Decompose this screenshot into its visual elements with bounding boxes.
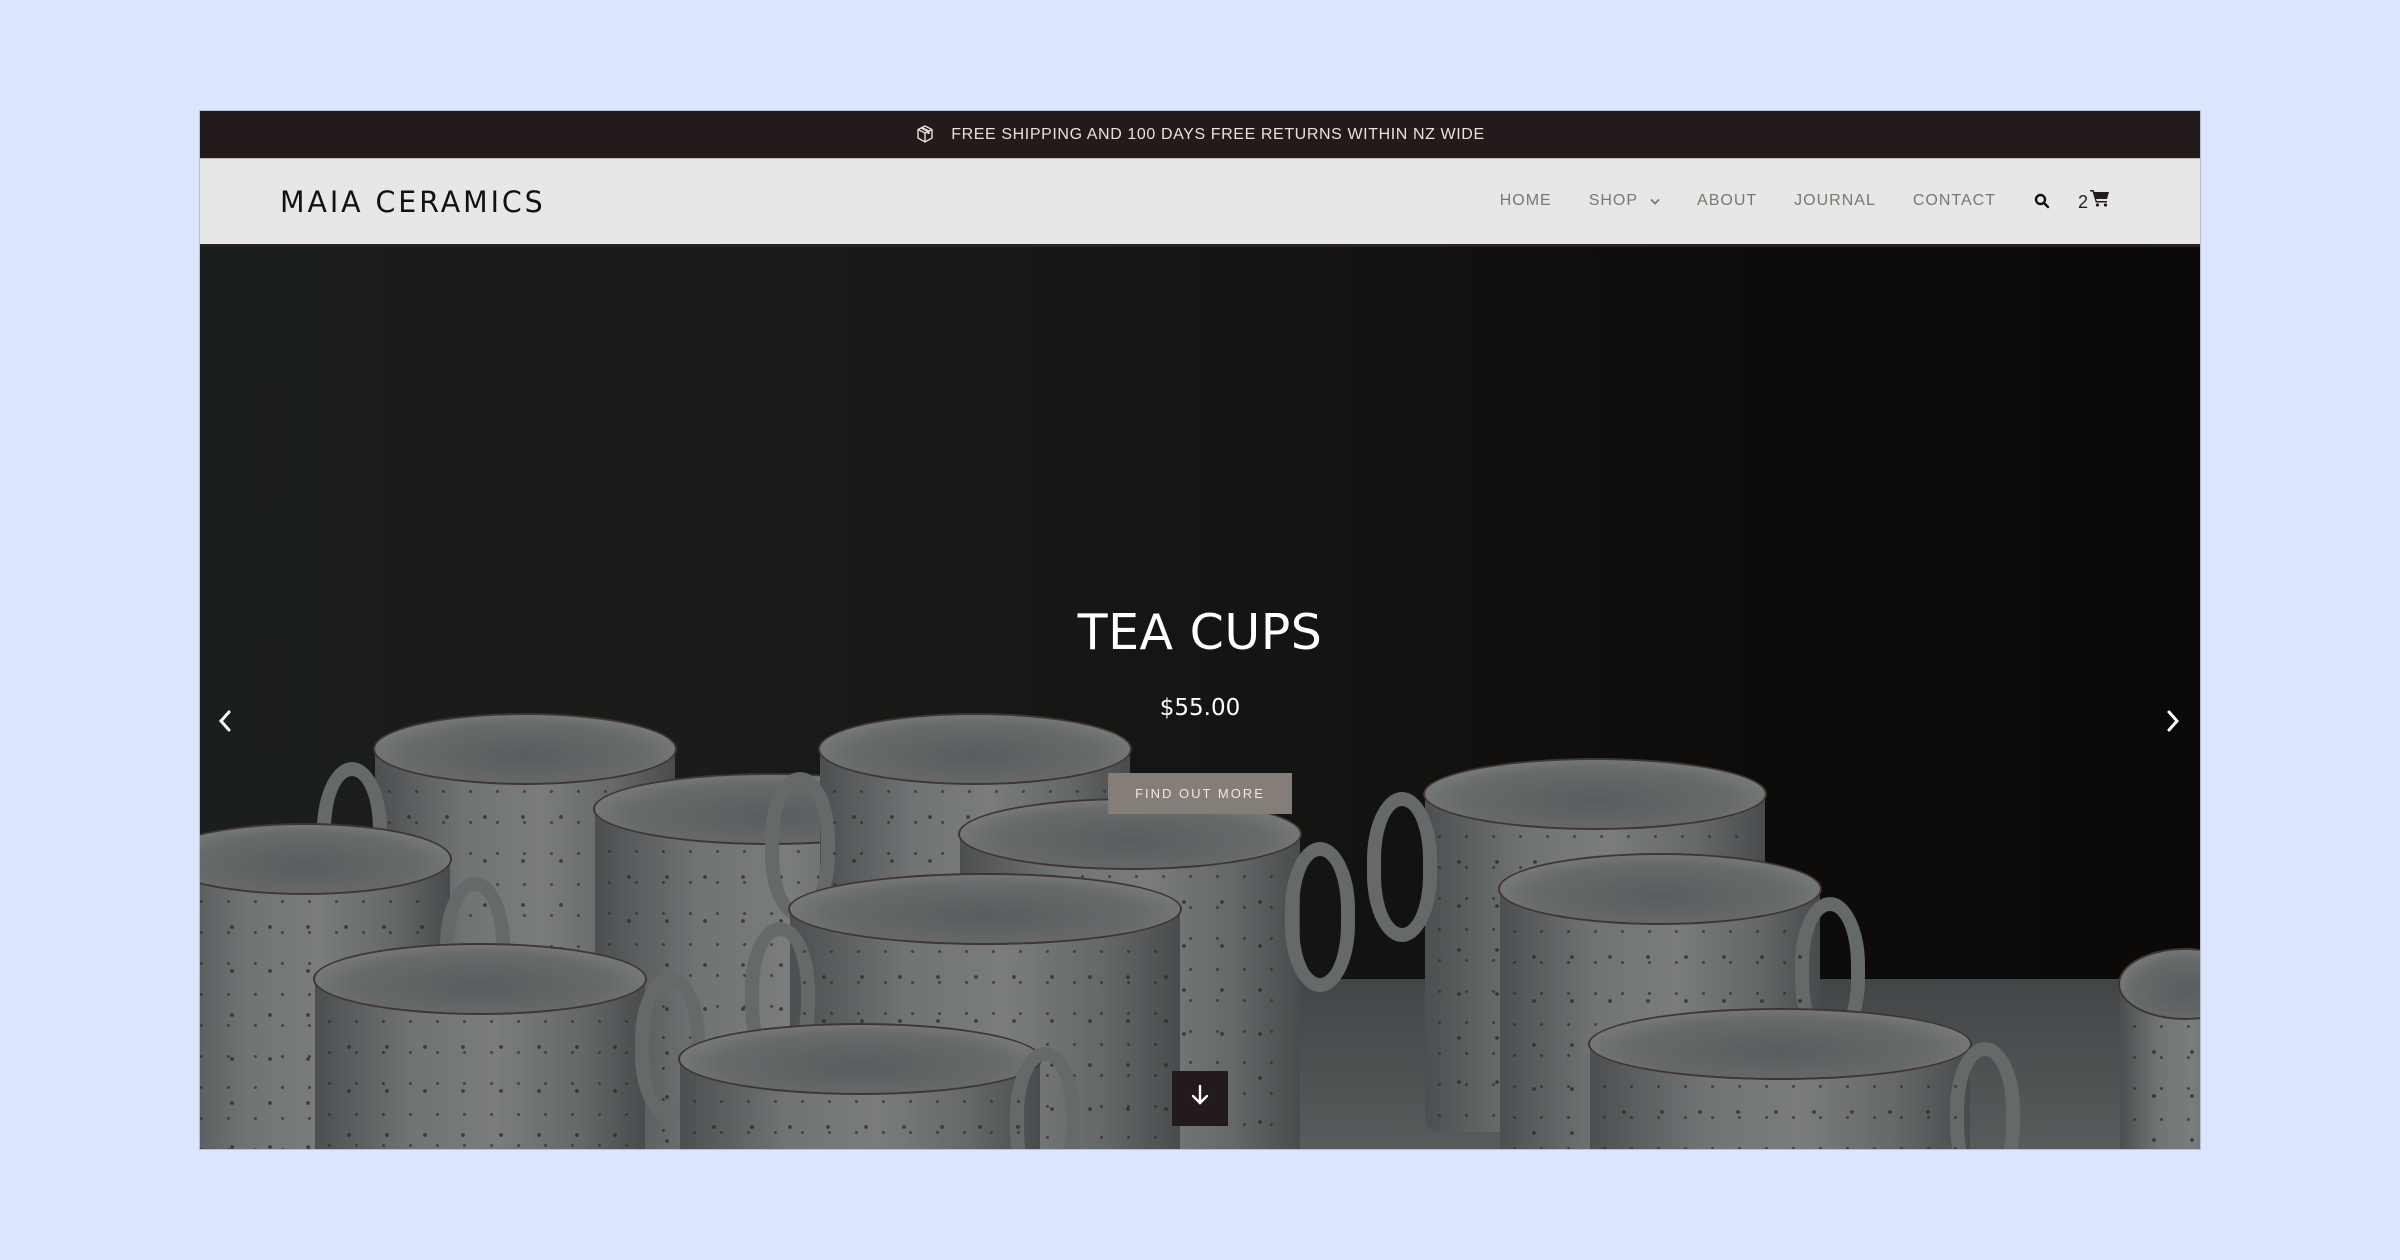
- nav-label: ABOUT: [1697, 192, 1758, 209]
- nav-item-contact[interactable]: CONTACT: [1913, 192, 1996, 210]
- nav-item-home[interactable]: HOME: [1500, 192, 1552, 210]
- slider-next-button[interactable]: [2153, 701, 2193, 741]
- main-nav: HOME SHOP ABOUT JOURNAL CONTACT 2: [1500, 189, 2110, 213]
- nav-item-shop[interactable]: SHOP: [1589, 192, 1660, 210]
- shopping-cart-icon: [2090, 190, 2109, 207]
- nav-label: SHOP: [1588, 192, 1639, 209]
- site-header: MAIA CERAMICS HOME SHOP ABOUT JOURNAL CO…: [200, 158, 2200, 244]
- chevron-down-icon: [1650, 198, 1660, 205]
- chevron-right-icon: [2167, 710, 2180, 732]
- nav-label: JOURNAL: [1794, 192, 1876, 209]
- arrow-down-icon: [1191, 1084, 1209, 1105]
- nav-label: HOME: [1499, 192, 1552, 209]
- cart-count: 2: [2077, 192, 2088, 212]
- slider-prev-button[interactable]: [205, 701, 245, 741]
- hero-slider: TEA CUPS $55.00 FIND OUT MORE: [200, 244, 2200, 1149]
- site-logo[interactable]: MAIA CERAMICS: [280, 185, 546, 219]
- slide-title: TEA CUPS: [1077, 604, 1323, 661]
- announcement-text: FREE SHIPPING AND 100 DAYS FREE RETURNS …: [951, 125, 1485, 143]
- cart-button[interactable]: 2: [2078, 189, 2110, 213]
- scroll-down-button[interactable]: [1172, 1071, 1228, 1126]
- chevron-left-icon: [218, 710, 231, 732]
- nav-item-journal[interactable]: JOURNAL: [1794, 192, 1876, 210]
- website-frame: FREE SHIPPING AND 100 DAYS FREE RETURNS …: [200, 111, 2200, 1149]
- find-out-more-button[interactable]: FIND OUT MORE: [1108, 773, 1292, 814]
- package-box-icon: [917, 124, 933, 143]
- nav-item-about[interactable]: ABOUT: [1697, 192, 1757, 210]
- nav-label: CONTACT: [1912, 192, 1996, 209]
- hero-content: TEA CUPS $55.00 FIND OUT MORE: [200, 247, 2200, 1149]
- slide-price: $55.00: [1159, 695, 1241, 721]
- announcement-bar: FREE SHIPPING AND 100 DAYS FREE RETURNS …: [200, 111, 2200, 158]
- search-icon[interactable]: [2034, 193, 2050, 209]
